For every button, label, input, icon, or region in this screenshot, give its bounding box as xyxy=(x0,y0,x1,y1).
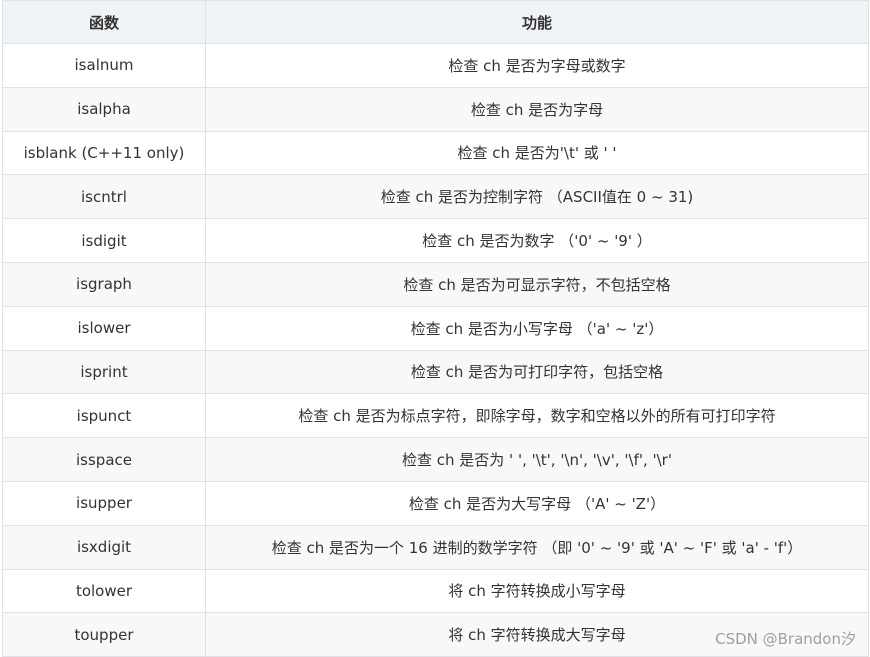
function-name-cell: isalnum xyxy=(2,43,206,88)
function-name-cell: isspace xyxy=(2,437,206,482)
function-desc-cell: 检查 ch 是否为数字 （'0' ~ '9' ） xyxy=(205,218,869,263)
function-name-cell: islower xyxy=(2,305,206,351)
function-name-cell: isupper xyxy=(2,480,206,526)
function-desc-cell: 将 ch 字符转换成小写字母 xyxy=(205,568,869,614)
function-name-cell: ispunct xyxy=(2,393,206,439)
table-row: isalpha 检查 ch 是否为字母 xyxy=(2,86,869,132)
function-name-cell: iscntrl xyxy=(2,174,206,220)
function-desc-cell: 检查 ch 是否为控制字符 （ASCII值在 0 ~ 31) xyxy=(205,174,869,220)
function-desc-cell: 检查 ch 是否为字母 xyxy=(205,86,869,132)
function-name-cell: isxdigit xyxy=(2,524,206,570)
function-name-cell: isblank (C++11 only) xyxy=(2,130,206,176)
table-row: isblank (C++11 only) 检查 ch 是否为'\t' 或 ' ' xyxy=(2,130,869,176)
table-row: isspace 检查 ch 是否为 ' ', '\t', '\n', '\v',… xyxy=(2,437,869,482)
function-name-cell: isgraph xyxy=(2,261,206,307)
header-function: 函数 xyxy=(2,0,206,44)
function-desc-cell: 检查 ch 是否为字母或数字 xyxy=(205,43,869,88)
header-description: 功能 xyxy=(205,0,869,44)
function-table: 函数 功能 isalnum 检查 ch 是否为字母或数字 isalpha 检查 … xyxy=(2,0,869,657)
csdn-watermark: CSDN @Brandon汐 xyxy=(715,630,856,648)
table-row: ispunct 检查 ch 是否为标点字符，即除字母，数字和空格以外的所有可打印… xyxy=(2,393,869,439)
function-desc-cell: 检查 ch 是否为 ' ', '\t', '\n', '\v', '\f', '… xyxy=(205,437,869,482)
header-row: 函数 功能 xyxy=(2,0,869,44)
table-row: isalnum 检查 ch 是否为字母或数字 xyxy=(2,43,869,88)
table-body: isalnum 检查 ch 是否为字母或数字 isalpha 检查 ch 是否为… xyxy=(2,43,869,657)
function-desc-cell: 检查 ch 是否为可显示字符，不包括空格 xyxy=(205,261,869,307)
function-desc-cell: 检查 ch 是否为大写字母 （'A' ~ 'Z'） xyxy=(205,480,869,526)
table-row: isupper 检查 ch 是否为大写字母 （'A' ~ 'Z'） xyxy=(2,480,869,526)
function-name-cell: toupper xyxy=(2,612,206,657)
table-row: tolower 将 ch 字符转换成小写字母 xyxy=(2,568,869,614)
function-desc-cell: 检查 ch 是否为一个 16 进制的数学字符 （即 '0' ~ '9' 或 'A… xyxy=(205,524,869,570)
table-row: isgraph 检查 ch 是否为可显示字符，不包括空格 xyxy=(2,261,869,307)
table-row: islower 检查 ch 是否为小写字母 （'a' ~ 'z'） xyxy=(2,305,869,351)
table-row: isprint 检查 ch 是否为可打印字符，包括空格 xyxy=(2,349,869,395)
function-name-cell: isdigit xyxy=(2,218,206,263)
function-desc-cell: 检查 ch 是否为小写字母 （'a' ~ 'z'） xyxy=(205,305,869,351)
table-header: 函数 功能 xyxy=(2,0,869,44)
table-row: isdigit 检查 ch 是否为数字 （'0' ~ '9' ） xyxy=(2,218,869,263)
table-row: isxdigit 检查 ch 是否为一个 16 进制的数学字符 （即 '0' ~… xyxy=(2,524,869,570)
function-name-cell: isprint xyxy=(2,349,206,395)
function-desc-cell: 检查 ch 是否为'\t' 或 ' ' xyxy=(205,130,869,176)
function-name-cell: tolower xyxy=(2,568,206,614)
function-name-cell: isalpha xyxy=(2,86,206,132)
function-desc-cell: 检查 ch 是否为可打印字符，包括空格 xyxy=(205,349,869,395)
function-desc-cell: 检查 ch 是否为标点字符，即除字母，数字和空格以外的所有可打印字符 xyxy=(205,393,869,439)
table-row: iscntrl 检查 ch 是否为控制字符 （ASCII值在 0 ~ 31) xyxy=(2,174,869,220)
